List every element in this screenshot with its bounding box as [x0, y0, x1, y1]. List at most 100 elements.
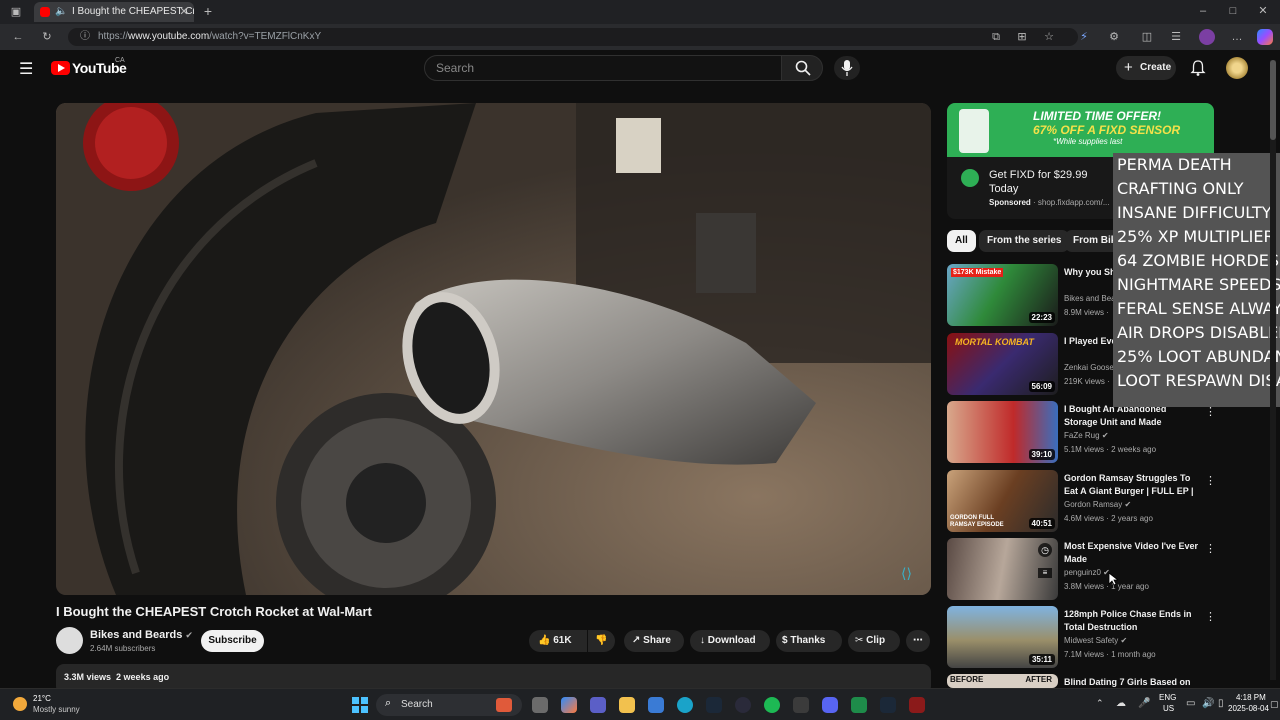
- minimize-icon[interactable]: –: [1196, 4, 1210, 18]
- clock-time[interactable]: 4:18 PM: [1236, 693, 1266, 702]
- thumbnail[interactable]: 35:11: [947, 606, 1058, 668]
- browser-tab[interactable]: 🔈 I Bought the CHEAPEST Crotch Rocket at…: [34, 2, 194, 22]
- cloud-icon[interactable]: ☁: [1116, 698, 1126, 709]
- download-button[interactable]: ↓ Download: [690, 630, 770, 652]
- channel-avatar[interactable]: [56, 627, 83, 654]
- network-icon[interactable]: ▭: [1186, 698, 1195, 709]
- dislike-button[interactable]: 👎: [588, 630, 615, 652]
- region-code-tray[interactable]: US: [1163, 704, 1174, 713]
- task-view-icon[interactable]: [532, 697, 548, 713]
- split-screen-icon[interactable]: ◫: [1140, 30, 1154, 44]
- thumbnail[interactable]: 39:10: [947, 401, 1058, 463]
- clip-button[interactable]: ✂ Clip: [848, 630, 900, 652]
- store-icon[interactable]: [648, 697, 664, 713]
- share-button[interactable]: ↗ Share: [624, 630, 684, 652]
- more-actions-button[interactable]: ⋯: [906, 630, 930, 652]
- voice-search-button[interactable]: [834, 56, 860, 80]
- recommendation-item[interactable]: 35:11 128mph Police Chase Ends in Total …: [947, 606, 1217, 670]
- ad-banner-line1: LIMITED TIME OFFER!: [1033, 109, 1161, 123]
- taskbar-search[interactable]: ⌕ Search: [376, 694, 522, 716]
- obs-icon[interactable]: [735, 697, 751, 713]
- extension-icon[interactable]: ⚡: [1077, 30, 1091, 44]
- rec-meta: 7.1M views · 1 month ago: [1064, 650, 1156, 659]
- recommendation-item[interactable]: BEFORE AFTER Blind Dating 7 Girls Based …: [947, 674, 1217, 688]
- steam-icon[interactable]: [706, 697, 722, 713]
- subscribe-button[interactable]: Subscribe: [201, 630, 264, 652]
- audio-icon[interactable]: 🔈: [55, 2, 67, 22]
- site-info-icon[interactable]: ⓘ: [80, 28, 90, 46]
- notification-center-icon[interactable]: ▢: [1270, 699, 1279, 710]
- scrollbar-thumb[interactable]: [1270, 60, 1276, 140]
- thumbnail[interactable]: $173K Mistake 22:23: [947, 264, 1058, 326]
- battery-icon[interactable]: ▯: [1218, 698, 1224, 709]
- watch-later-icon[interactable]: ◷: [1038, 543, 1052, 557]
- new-tab-icon[interactable]: +: [201, 4, 215, 18]
- maximize-icon[interactable]: □: [1226, 4, 1240, 18]
- account-avatar[interactable]: [1226, 57, 1248, 79]
- ad-domain: shop.fixdapp.com/...: [1037, 198, 1110, 207]
- discord-icon[interactable]: [822, 697, 838, 713]
- youtube-favicon-icon: [40, 7, 50, 17]
- search-button[interactable]: [781, 55, 823, 81]
- video-player[interactable]: ⟨⟩: [56, 103, 931, 595]
- url-host: www.youtube.com: [128, 31, 210, 42]
- chip-from-series[interactable]: From the series: [979, 230, 1070, 252]
- game-launcher-icon[interactable]: [909, 697, 925, 713]
- thanks-button[interactable]: $ Thanks: [776, 630, 842, 652]
- more-options-icon[interactable]: ⋮: [1205, 610, 1216, 623]
- back-icon[interactable]: ←: [11, 30, 25, 44]
- copilot-icon[interactable]: [1257, 29, 1273, 45]
- favorite-star-icon[interactable]: ☆: [1042, 30, 1056, 44]
- thumbs-down-icon: 👎: [595, 635, 608, 646]
- volume-icon[interactable]: 🔊: [1202, 698, 1214, 709]
- hamburger-menu-icon[interactable]: ☰: [19, 59, 33, 79]
- weather-sun-icon[interactable]: [13, 697, 27, 711]
- channel-name[interactable]: Bikes and Beards ✔: [90, 629, 193, 641]
- steam-2-icon[interactable]: [880, 697, 896, 713]
- thumbnail[interactable]: MORTAL KOMBAT 56:09: [947, 333, 1058, 395]
- close-tab-icon[interactable]: ✕: [177, 5, 191, 19]
- mic-tray-icon[interactable]: 🎤: [1138, 698, 1150, 709]
- clock-date[interactable]: 2025-08-04: [1228, 704, 1269, 713]
- reload-icon[interactable]: ↻: [40, 30, 54, 44]
- recommendation-item[interactable]: ◷ ≡ Most Expensive Video I've Ever Made …: [947, 538, 1217, 602]
- close-window-icon[interactable]: ✕: [1256, 4, 1270, 18]
- create-button[interactable]: + Create: [1116, 56, 1176, 80]
- taskbar-search-label: Search: [401, 699, 433, 710]
- player-overlay-icon[interactable]: ⟨⟩: [901, 565, 912, 582]
- spotify-icon[interactable]: [764, 697, 780, 713]
- rec-channel-text: Gordon Ramsay: [1064, 500, 1123, 509]
- url-field[interactable]: ⓘ https://www.youtube.com/watch?v=TEMZFl…: [68, 28, 1078, 46]
- ad-banner[interactable]: LIMITED TIME OFFER! 67% OFF A FIXD SENSO…: [947, 103, 1214, 157]
- search-input[interactable]: Search: [424, 55, 782, 81]
- chip-all[interactable]: All: [947, 230, 976, 252]
- app-icon[interactable]: ⊞: [1015, 30, 1029, 44]
- recommendation-item[interactable]: GORDON FULL RAMSAY EPISODE 40:51 Gordon …: [947, 470, 1217, 534]
- windows-start-icon[interactable]: [352, 697, 368, 713]
- teams-icon[interactable]: [590, 697, 606, 713]
- more-options-icon[interactable]: ⋮: [1205, 542, 1216, 555]
- thumbnail[interactable]: GORDON FULL RAMSAY EPISODE 40:51: [947, 470, 1058, 532]
- more-options-icon[interactable]: ⋮: [1205, 474, 1216, 487]
- thumbnail[interactable]: ◷ ≡: [947, 538, 1058, 600]
- add-to-queue-icon[interactable]: ≡: [1038, 568, 1052, 578]
- edge-icon[interactable]: [677, 697, 693, 713]
- copilot-taskbar-icon[interactable]: [561, 697, 577, 713]
- notifications-bell-icon[interactable]: [1190, 60, 1206, 76]
- file-explorer-icon[interactable]: [619, 697, 635, 713]
- game-app-icon[interactable]: [793, 697, 809, 713]
- like-button[interactable]: 👍 61K: [529, 630, 587, 652]
- collections-icon[interactable]: ☰: [1169, 30, 1183, 44]
- ad-phone-image: [959, 109, 989, 153]
- more-menu-icon[interactable]: …: [1230, 30, 1244, 44]
- language-code[interactable]: ENG: [1159, 693, 1176, 702]
- profile-avatar-icon[interactable]: [1199, 29, 1215, 45]
- extensions-puzzle-icon[interactable]: ⚙: [1107, 30, 1121, 44]
- tray-overflow-icon[interactable]: ⌃: [1096, 698, 1104, 709]
- window-menu-icon[interactable]: ▣: [9, 5, 23, 19]
- chat-app-icon[interactable]: [851, 697, 867, 713]
- recommendation-item[interactable]: 39:10 I Bought An Abandoned Storage Unit…: [947, 401, 1217, 465]
- page-scrollbar[interactable]: [1270, 60, 1276, 680]
- thumbnail[interactable]: BEFORE AFTER: [947, 674, 1058, 688]
- translate-icon[interactable]: ⧉: [989, 30, 1003, 44]
